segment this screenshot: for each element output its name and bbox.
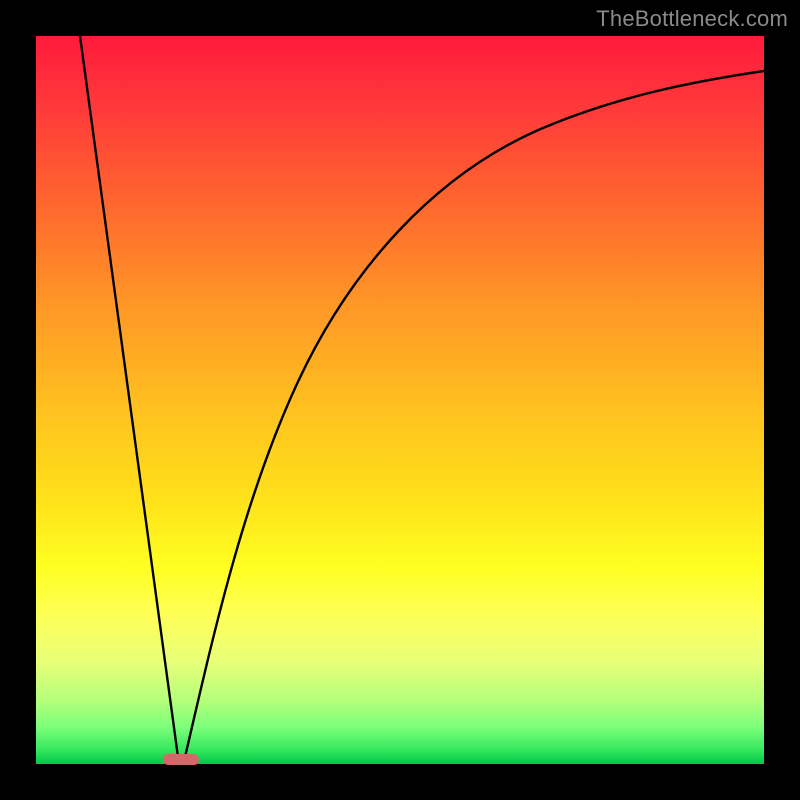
bottleneck-curve	[36, 36, 764, 764]
curve-left-branch	[80, 36, 178, 757]
chart-frame: TheBottleneck.com	[0, 0, 800, 800]
optimal-marker	[163, 754, 199, 765]
curve-right-branch	[185, 71, 764, 757]
watermark-text: TheBottleneck.com	[596, 6, 788, 32]
plot-area	[36, 36, 764, 764]
